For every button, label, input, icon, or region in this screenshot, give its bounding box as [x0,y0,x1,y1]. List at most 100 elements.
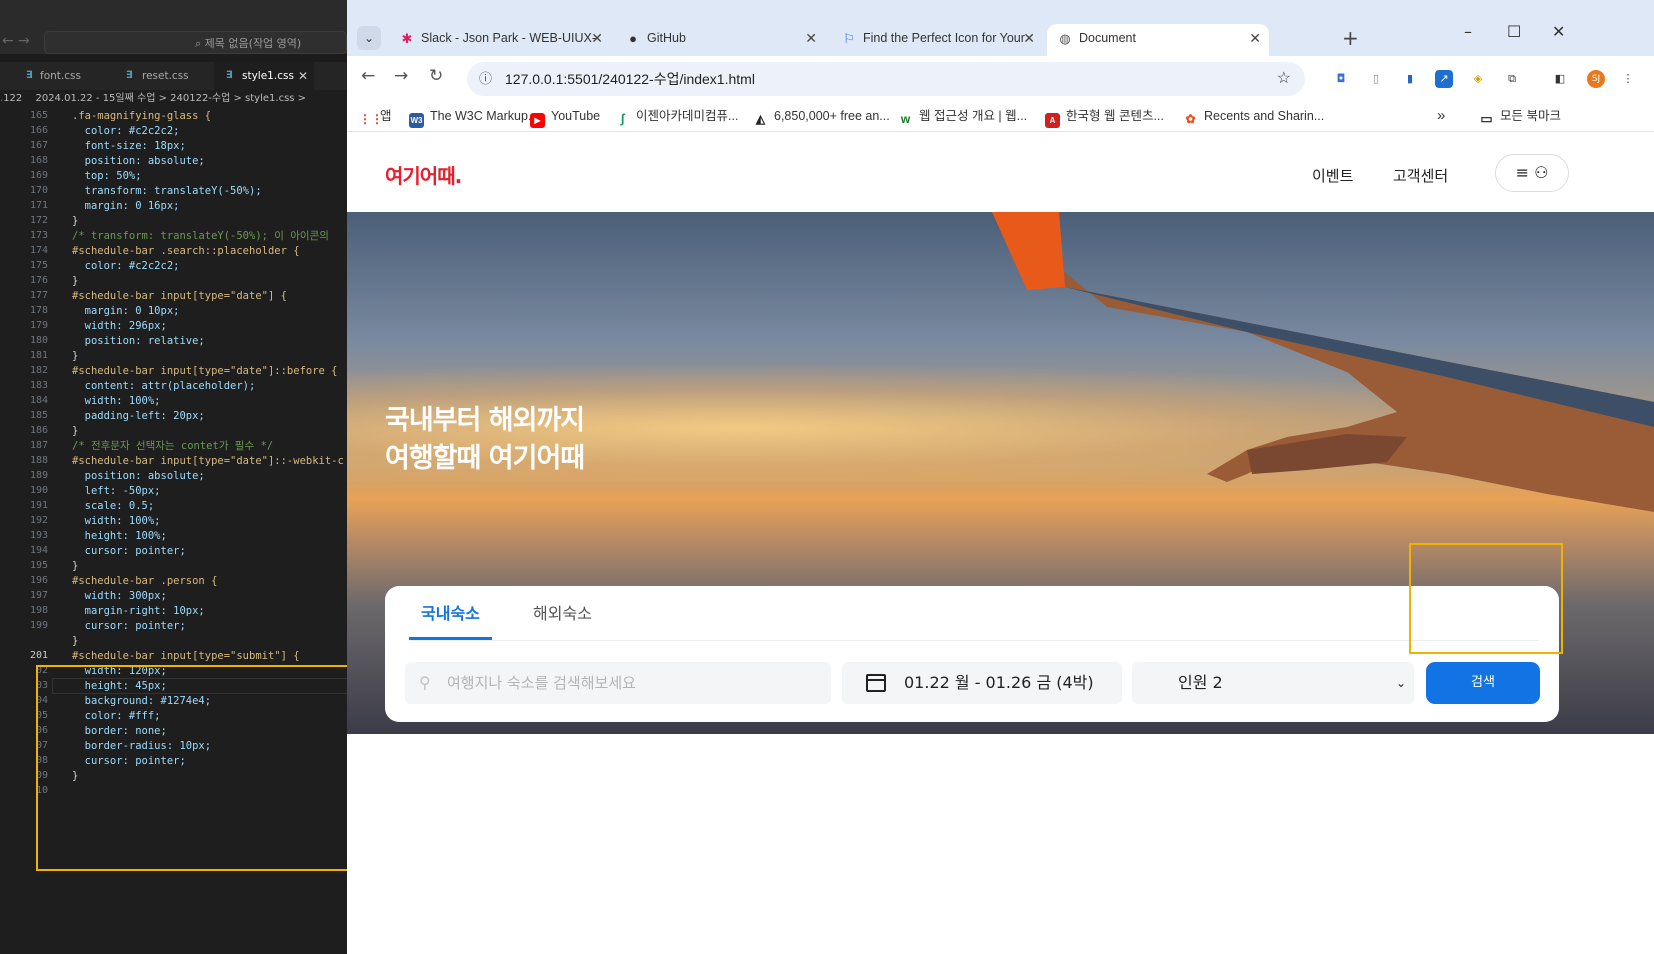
tab-overseas[interactable]: 해외숙소 [533,602,592,640]
tab-flaticon[interactable]: ⚐ Find the Perfect Icon for Your ✕ [831,24,1043,56]
code-line: width: 300px; [72,590,167,602]
bookmarks-overflow[interactable]: » [1437,107,1445,125]
line-number: 183 [29,380,48,391]
search-submit-button[interactable]: 검색 [1426,662,1540,704]
forward-icon[interactable]: → [394,66,408,86]
reload-icon[interactable]: ↻ [429,66,443,86]
code-line: } [72,560,79,572]
command-center-search[interactable]: ⌕ 제목 없음(작업 영역) [44,31,347,54]
code-line: #schedule-bar input[type="date"]::before… [72,365,338,377]
menu-customer-center[interactable]: 고객센터 [1393,165,1448,186]
extension-icon[interactable]: ◈ [1469,70,1487,88]
bookmark-web-accessibility[interactable]: w 웹 접근성 개요 | 웹... [898,107,1027,127]
code-line: position: absolute; [72,155,205,167]
hero-line-1: 국내부터 해외까지 [385,405,585,436]
code-line: position: absolute; [72,470,205,482]
code-line: width: 100%; [72,515,161,527]
site-logo[interactable]: 여기어때. [385,160,462,189]
side-panel-icon[interactable]: ◧ [1551,70,1569,88]
editor-titlebar: ← → ⌕ 제목 없음(작업 영역) [0,0,347,54]
bookmark-youtube[interactable]: ▶ YouTube [530,107,600,128]
tab-font-css[interactable]: ∃ font.css [0,62,112,90]
folder-icon: ▭ [1480,111,1493,126]
extension-icon[interactable]: ◘ [1332,70,1350,88]
w3c-icon: W3 [409,113,424,128]
close-icon[interactable]: ✕ [1023,24,1035,52]
code-line: #schedule-bar .search::placeholder { [72,245,300,257]
tab-label: style1.css [242,70,294,82]
profile-avatar[interactable]: SJ [1587,70,1605,88]
line-number: 180 [29,335,48,346]
tab-slack[interactable]: ✱ Slack - Json Park - WEB-UIUX- ✕ [389,24,611,56]
new-tab-button[interactable]: + [1342,24,1359,52]
code-line: } [72,215,79,227]
web-page: 여기어때. 이벤트 고객센터 ≡ ⚇ 국내부터 해외까지 여행할때 여기어때 국… [347,132,1654,954]
address-bar[interactable]: ⓘ 127.0.0.1:5501/240122-수업/index1.html ☆ [467,62,1305,96]
close-icon[interactable]: ✕ [298,62,308,90]
close-window-icon[interactable]: ✕ [1552,22,1565,41]
date-input[interactable]: 01.22 월 - 01.26 금 (4박) [842,662,1122,704]
flag-icon: ⚐ [843,31,855,46]
bookmark-korean-web[interactable]: A 한국형 웹 콘텐츠... [1045,107,1164,128]
bookmark-figma[interactable]: ✿ Recents and Sharin... [1183,107,1324,127]
code-line: } [72,350,79,362]
bookmark-star-icon[interactable]: ☆ [1277,62,1291,96]
line-number: 197 [29,590,48,601]
bookmark-free-icons[interactable]: ◭ 6,850,000+ free an... [753,107,890,127]
tab-search-button[interactable]: ⌄ [357,26,381,50]
code-line: transform: translateY(-50%); [72,185,262,197]
tab-github[interactable]: ● GitHub ✕ [615,24,825,56]
code-line: font-size: 18px; [72,140,186,152]
bookmark-ezen[interactable]: ʃ 이젠아카데미컴퓨... [615,107,738,126]
menu-event[interactable]: 이벤트 [1312,165,1353,186]
w-icon: w [900,112,911,126]
person-select[interactable]: 인원 2 ⌄ [1132,662,1414,704]
line-number: 193 [29,530,48,541]
tab-style1-css[interactable]: ∃ style1.css ✕ [214,62,314,90]
code-line: #schedule-bar input[type="date"]::-webki… [72,455,344,467]
back-icon[interactable]: ← [361,66,375,86]
bookmark-w3c[interactable]: W3 The W3C Markup... [409,107,538,128]
code-line: #schedule-bar input[type="date"] { [72,290,287,302]
tab-divider [409,640,1539,641]
forward-arrow-icon[interactable]: → [18,33,30,49]
user-menu-button[interactable]: ≡ ⚇ [1495,154,1569,192]
code-line: content: attr(placeholder); [72,380,256,392]
site-info-icon[interactable]: ⓘ [479,62,492,96]
code-line: cursor: pointer; [72,620,186,632]
puzzle-icon[interactable]: ⧉ [1503,70,1521,88]
close-icon[interactable]: ✕ [805,24,817,52]
globe-icon: ◍ [1059,31,1071,46]
line-number: 170 [29,185,48,196]
close-icon[interactable]: ✕ [591,24,603,52]
extension-icon[interactable]: ↗ [1435,70,1453,88]
search-label: 제목 없음(작업 영역) [204,37,302,50]
icon-site-icon: ◭ [755,112,766,126]
back-arrow-icon[interactable]: ← [2,33,14,49]
search-input[interactable]: ⚲ 여행지나 숙소를 검색해보세요 [405,662,831,704]
code-line: padding-left: 20px; [72,410,205,422]
bookmark-apps[interactable]: ⋮⋮앱 [359,107,392,127]
tab-reset-css[interactable]: ∃ reset.css [112,62,212,90]
extension-icon[interactable]: ▮ [1401,70,1419,88]
menu-icon[interactable]: ⋮ [1619,70,1637,88]
line-number-partial: 122 [3,93,23,104]
breadcrumb-path[interactable]: 2024.01.22 - 15일째 수업 > 240122-수업 > style… [35,93,306,104]
code-line: /* 전후문자 선택자는 contet가 필수 */ [72,440,274,452]
line-number: 169 [29,170,48,181]
slack-icon: ✱ [401,31,413,46]
code-line: width: 296px; [72,320,167,332]
minimize-icon[interactable]: – [1464,22,1472,41]
code-line: } [72,635,79,647]
tab-domestic[interactable]: 국내숙소 [409,602,492,640]
all-bookmarks[interactable]: ▭ 모든 북마크 [1479,107,1561,126]
maximize-icon[interactable]: ☐ [1507,22,1521,41]
line-number: 195 [29,560,48,571]
hero-banner: 국내부터 해외까지 여행할때 여기어때 국내숙소 해외숙소 ⚲ 여행지나 숙소를 … [347,212,1654,734]
tab-document[interactable]: ◍ Document ✕ [1047,24,1269,56]
breadcrumb: .122 2024.01.22 - 15일째 수업 > 240122-수업 > … [0,90,347,108]
close-icon[interactable]: ✕ [1249,24,1261,52]
tab-label: font.css [40,70,81,82]
extension-icon[interactable]: ▯ [1367,70,1385,88]
code-line: cursor: pointer; [72,545,186,557]
